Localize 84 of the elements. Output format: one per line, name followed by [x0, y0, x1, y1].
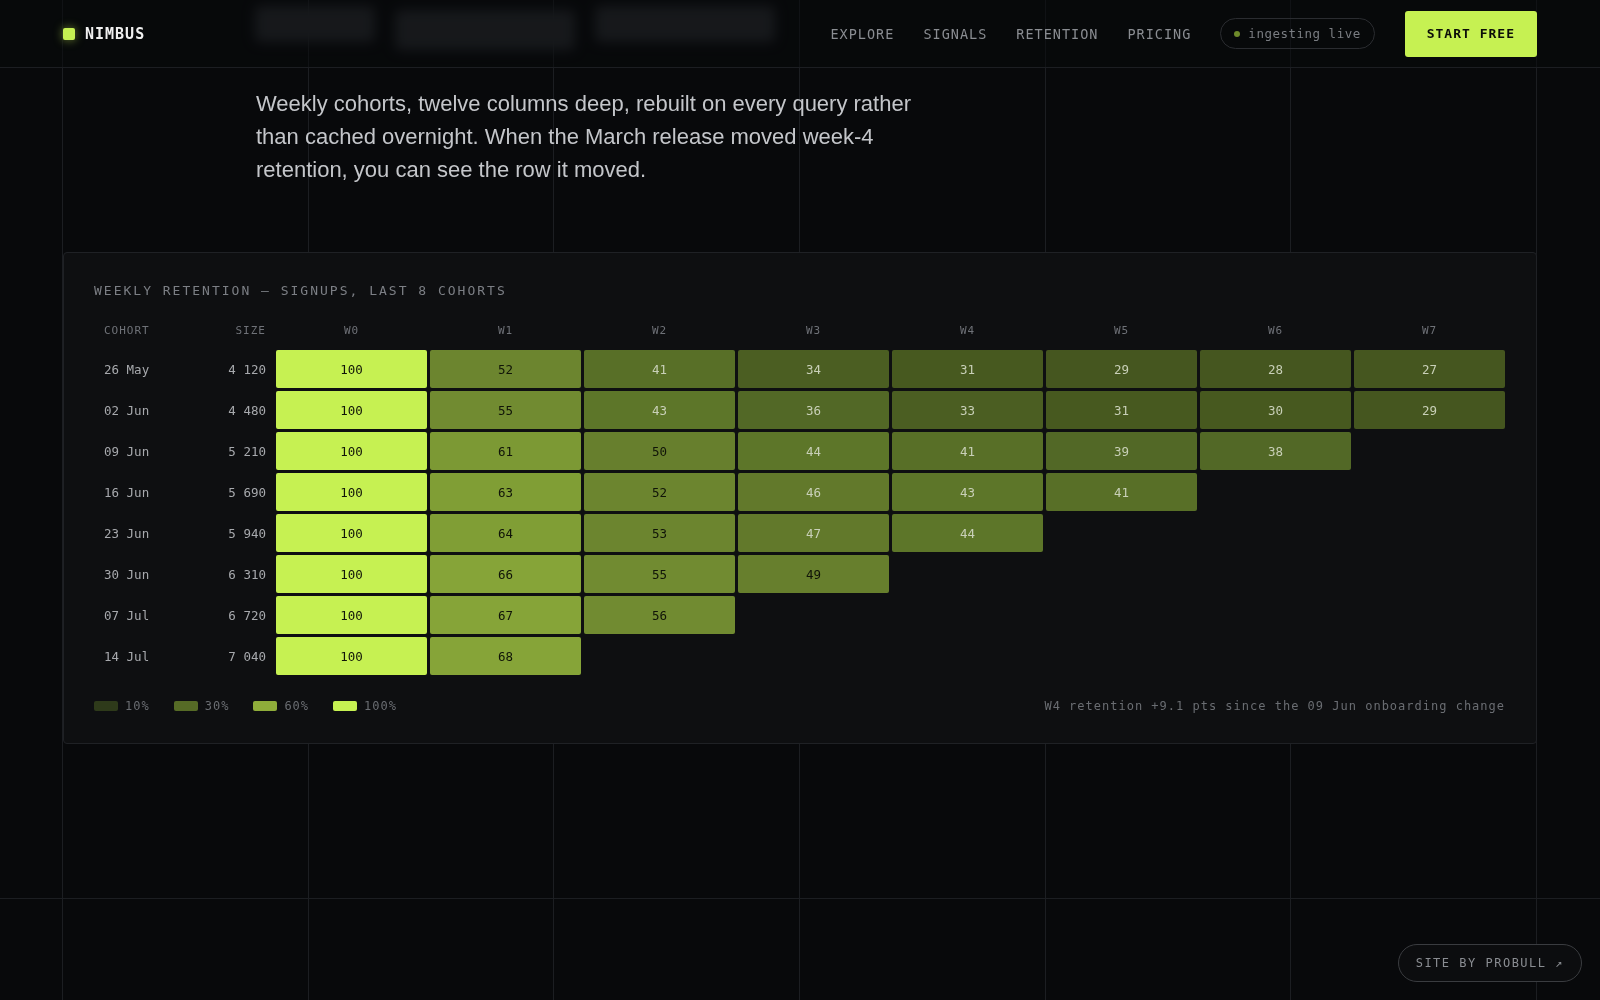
column-header: SIZE	[234, 324, 267, 339]
cohort-size: 5 210	[227, 443, 267, 459]
retention-cell: 50	[584, 432, 735, 470]
retention-cell: 43	[584, 391, 735, 429]
column-header: COHORT	[103, 324, 151, 339]
retention-cell: 63	[430, 473, 581, 511]
retention-cell: 41	[892, 432, 1043, 470]
cohort-size: 4 120	[227, 361, 267, 377]
retention-cell: 43	[892, 473, 1043, 511]
cohort-size: 7 040	[227, 648, 267, 664]
brand-name: NIMBUS	[85, 24, 146, 43]
retention-cell: 55	[430, 391, 581, 429]
nav-link[interactable]: RETENTION	[1016, 25, 1099, 42]
panel-title: WEEKLY RETENTION — SIGNUPS, LAST 8 COHORTS	[94, 283, 508, 298]
intro-paragraph: Weekly cohorts, twelve columns deep, rebuilt on every query rather than cached overnight. When the March release moved week-4 retention, you can see the row it moved.	[256, 90, 912, 184]
retention-cell: 33	[892, 391, 1043, 429]
column-header: W4	[958, 324, 977, 339]
retention-cell: 41	[1046, 473, 1197, 511]
retention-cell: 100	[276, 473, 427, 511]
retention-cell: 30	[1200, 391, 1351, 429]
retention-cell: 38	[1200, 432, 1351, 470]
retention-cell: 66	[430, 555, 581, 593]
retention-cell: 52	[584, 473, 735, 511]
retention-cell: 44	[738, 432, 889, 470]
cohort-size: 4 480	[227, 402, 267, 418]
cohort-size: 6 720	[227, 607, 267, 623]
column-header: W0	[342, 324, 361, 339]
retention-cell: 64	[430, 514, 581, 552]
retention-cell: 27	[1354, 350, 1505, 388]
retention-cell: 100	[276, 432, 427, 470]
legend-label: 60%	[284, 699, 310, 713]
retention-cell: 56	[584, 596, 735, 634]
column-header: W7	[1420, 324, 1439, 339]
retention-cell: 36	[738, 391, 889, 429]
footnote: W4 retention +9.1 pts since the 09 Jun onboarding change	[1044, 699, 1505, 713]
cohort-date: 16 Jun	[103, 484, 151, 500]
cohort-date: 23 Jun	[103, 525, 151, 541]
nav-link[interactable]: SIGNALS	[923, 25, 988, 42]
retention-cell: 28	[1200, 350, 1351, 388]
cohort-date: 07 Jul	[103, 607, 151, 623]
cohort-date: 26 May	[103, 361, 151, 377]
retention-cell: 31	[892, 350, 1043, 388]
retention-cell: 61	[430, 432, 581, 470]
retention-cell: 100	[276, 596, 427, 634]
legend-label: 10%	[125, 699, 150, 713]
cohort-date: 09 Jun	[103, 443, 151, 459]
retention-cell: 68	[430, 637, 581, 675]
legend-label: 30%	[204, 699, 230, 713]
nav-link[interactable]: PRICING	[1127, 25, 1192, 42]
logo-icon	[63, 27, 75, 40]
cohort-date: 14 Jul	[103, 648, 151, 664]
retention-cell: 41	[584, 350, 735, 388]
retention-cell: 44	[892, 514, 1043, 552]
retention-cell: 29	[1046, 350, 1197, 388]
retention-cell: 47	[738, 514, 889, 552]
column-header: W2	[650, 324, 669, 339]
retention-cell: 67	[430, 596, 581, 634]
column-header: W1	[496, 324, 515, 339]
retention-cell: 52	[430, 350, 581, 388]
retention-cell: 55	[584, 555, 735, 593]
cohort-size: 5 940	[227, 525, 267, 541]
retention-cell: 100	[276, 350, 427, 388]
cohort-size: 5 690	[227, 484, 267, 500]
retention-cell: 49	[738, 555, 889, 593]
retention-cell: 100	[276, 514, 427, 552]
retention-cell: 31	[1046, 391, 1197, 429]
nav-link[interactable]: EXPLORE	[830, 25, 895, 42]
column-header: W3	[804, 324, 823, 339]
retention-cell: 29	[1354, 391, 1505, 429]
retention-cell: 53	[584, 514, 735, 552]
retention-cell: 39	[1046, 432, 1197, 470]
retention-cell: 34	[738, 350, 889, 388]
credit-link[interactable]: SITE BY PROBULL ↗	[1397, 944, 1582, 982]
legend-label: 100%	[364, 699, 397, 713]
column-header: W5	[1112, 324, 1131, 339]
retention-cell: 100	[276, 391, 427, 429]
cohort-date: 30 Jun	[103, 566, 151, 582]
cohort-date: 02 Jun	[103, 402, 151, 418]
start-free-button[interactable]: START FREE	[1404, 10, 1537, 57]
cohort-size: 6 310	[227, 566, 267, 582]
column-header: W6	[1266, 324, 1285, 339]
retention-cell: 100	[276, 555, 427, 593]
retention-cell: 100	[276, 637, 427, 675]
retention-cell: 46	[738, 473, 889, 511]
